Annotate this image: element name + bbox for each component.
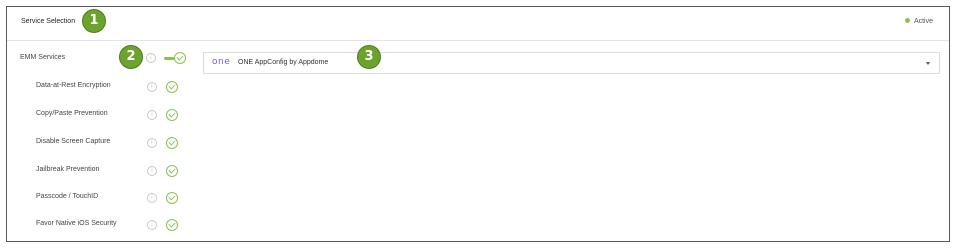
info-icon[interactable]: i [147,166,157,176]
emm-services-label: EMM Services [20,54,66,61]
check-circle-icon[interactable] [166,81,178,93]
feature-label: Disable Screen Capture [36,138,111,145]
feature-label: Passcode / TouchID [36,193,99,200]
feature-label: Favor Native iOS Security [36,220,117,227]
info-icon[interactable]: i [147,220,157,230]
check-circle-icon[interactable] [166,165,178,177]
status-indicator: Active [904,17,933,25]
annotation-badge-3: 3 [357,45,381,69]
status-text: Active [913,18,933,25]
emm-info-icon[interactable]: i [146,53,156,63]
check-circle-icon[interactable] [166,219,178,231]
one-logo-icon: one [212,57,231,67]
check-circle-icon[interactable] [166,109,178,121]
info-icon[interactable]: i [147,138,157,148]
status-dot-icon [904,17,910,23]
feature-label: Jailbreak Prevention [36,166,100,173]
panel-header: Service Selection Active [7,7,949,41]
check-circle-icon[interactable] [166,137,178,149]
dropdown-selected-value: ONE AppConfig by Appdome [238,59,329,66]
page-title: Service Selection [21,18,76,25]
service-selection-panel: Service Selection Active EMM Services i … [6,6,950,242]
emm-service-dropdown[interactable]: one ONE AppConfig by Appdome [203,52,940,74]
annotation-badge-1: 1 [82,9,106,33]
caret-down-icon[interactable] [926,62,930,65]
annotation-badge-2: 2 [119,45,143,69]
check-circle-icon[interactable] [166,192,178,204]
info-icon[interactable]: i [147,82,157,92]
feature-label: Data-at-Rest Encryption [36,82,111,89]
info-icon[interactable]: i [147,110,157,120]
emm-toggle-check-icon[interactable] [174,52,186,64]
feature-label: Copy/Paste Prevention [36,110,108,117]
info-icon[interactable]: i [147,193,157,203]
